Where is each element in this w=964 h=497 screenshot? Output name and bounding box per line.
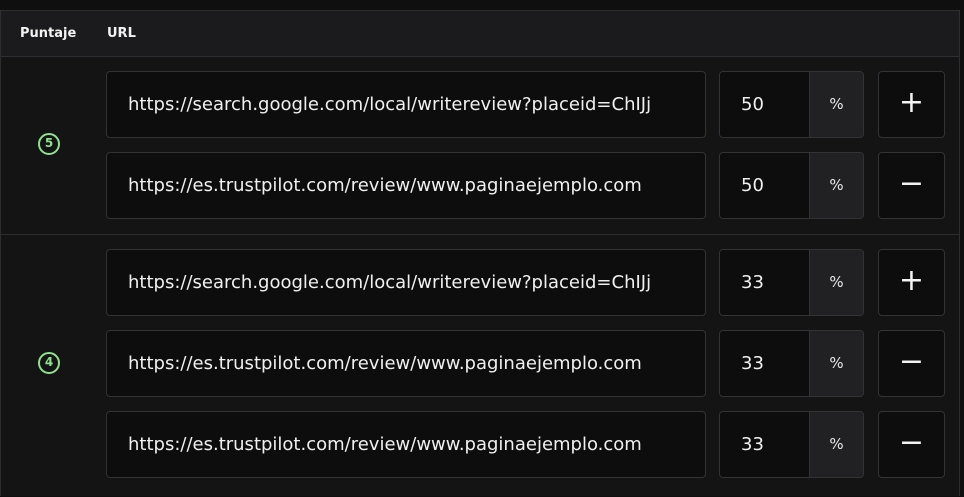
remove-url-button[interactable]: − [878,330,945,397]
remove-url-button[interactable]: − [878,411,945,478]
table-row: https://es.trustpilot.com/review/www.pag… [1,152,959,219]
url-input[interactable]: https://search.google.com/local/writerev… [106,249,706,316]
remove-url-button[interactable]: − [878,152,945,219]
table-row: https://search.google.com/local/writerev… [1,71,959,138]
url-input[interactable]: https://es.trustpilot.com/review/www.pag… [106,411,706,478]
url-input[interactable]: https://es.trustpilot.com/review/www.pag… [106,330,706,397]
percent-input[interactable]: 50 [720,153,809,218]
percent-field: 50 % [719,152,864,219]
score-group-5: 5 https://search.google.com/local/writer… [1,57,959,234]
percent-unit: % [809,153,863,218]
table-header: Puntaje URL [1,11,959,57]
percent-unit: % [809,412,863,477]
url-input[interactable]: https://es.trustpilot.com/review/www.pag… [106,152,706,219]
add-url-button[interactable]: + [878,249,945,316]
table-row: https://search.google.com/local/writerev… [1,249,959,316]
plus-icon: + [898,85,925,120]
add-url-button[interactable]: + [878,71,945,138]
url-column-header: URL [107,26,136,41]
percent-unit: % [809,331,863,396]
url-input[interactable]: https://search.google.com/local/writerev… [106,71,706,138]
plus-icon: + [898,263,925,298]
table-row: https://es.trustpilot.com/review/www.pag… [1,330,959,397]
minus-icon: − [898,166,925,201]
percent-input[interactable]: 33 [720,412,809,477]
minus-icon: − [898,344,925,379]
score-url-table: Puntaje URL 5 https://search.google.com/… [0,10,960,496]
percent-input[interactable]: 33 [720,331,809,396]
minus-icon: − [898,425,925,460]
percent-field: 33 % [719,330,864,397]
percent-field: 50 % [719,71,864,138]
table-row: https://es.trustpilot.com/review/www.pag… [1,411,959,478]
percent-field: 33 % [719,411,864,478]
percent-unit: % [809,250,863,315]
percent-input[interactable]: 50 [720,72,809,137]
percent-input[interactable]: 33 [720,250,809,315]
score-column-header: Puntaje [20,26,77,41]
percent-field: 33 % [719,249,864,316]
score-group-4: 4 https://search.google.com/local/writer… [1,234,959,497]
percent-unit: % [809,72,863,137]
